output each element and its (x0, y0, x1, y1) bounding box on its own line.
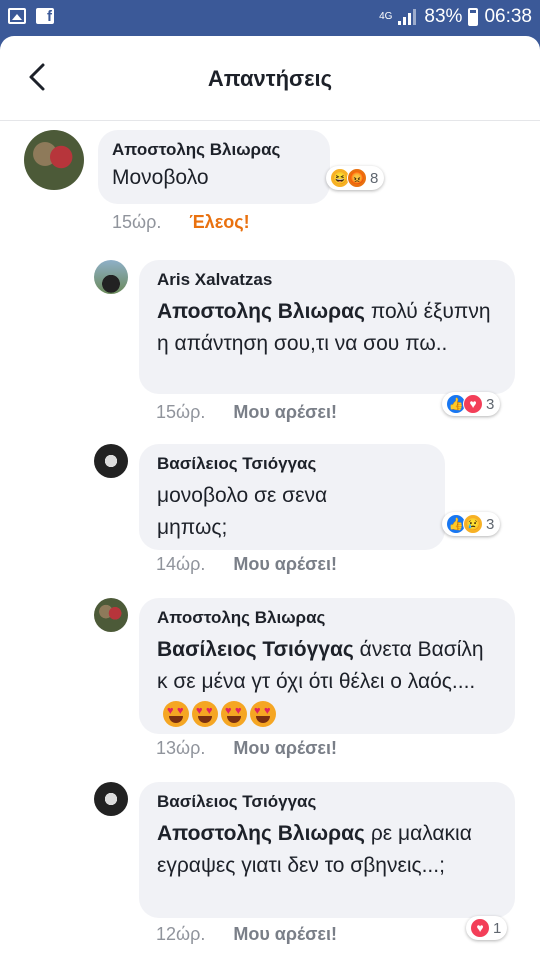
comment-author[interactable]: Βασίλειος Τσιόγγας (157, 792, 497, 812)
mention-link[interactable]: Αποστολης Βλιωρας (157, 822, 365, 845)
comment-text: Μονοβολο (112, 166, 209, 189)
comment-meta: 14ώρ. Μου αρέσει! (156, 554, 337, 575)
reaction-button[interactable]: Έλεος! (189, 212, 249, 232)
network-type: 4G (379, 11, 393, 22)
avatar[interactable] (94, 444, 128, 478)
comment-bubble[interactable]: Αποστολης Βλιωρας Βασίλειος Τσιόγγας άνε… (139, 598, 515, 734)
comment-bubble[interactable]: Βασίλειος Τσιόγγας Αποστολης Βλιωρας ρε … (139, 782, 515, 918)
like-button[interactable]: Μου αρέσει! (233, 738, 337, 758)
gallery-notification-icon (8, 8, 26, 24)
reaction-summary[interactable]: 😆 😡 8 (326, 166, 385, 190)
like-button[interactable]: Μου αρέσει! (233, 554, 337, 574)
reaction-count: 1 (493, 919, 502, 937)
love-reaction-icon: ♥ (470, 918, 490, 938)
comment-meta: 15ώρ. Μου αρέσει! (156, 402, 337, 423)
clock: 06:38 (484, 6, 532, 27)
comment-time: 14ώρ. (156, 554, 206, 574)
avatar[interactable] (94, 782, 128, 816)
heart-eyes-emoji-icon: ♥ ♥ (163, 701, 189, 728)
comment-time: 15ώρ. (156, 402, 206, 422)
sad-reaction-icon: 😢 (463, 514, 483, 534)
heart-eyes-emoji-icon: ♥ ♥ (221, 701, 247, 728)
avatar[interactable] (24, 130, 84, 190)
comment-meta: 13ώρ. Μου αρέσει! (156, 738, 337, 759)
page-title: Απαντήσεις (207, 66, 333, 91)
comment-time: 13ώρ. (156, 738, 206, 758)
like-button[interactable]: Μου αρέσει! (233, 402, 337, 422)
comment-meta: 15ώρ. Έλεος! (112, 212, 250, 233)
love-reaction-icon: ♥ (463, 394, 483, 414)
like-button[interactable]: Μου αρέσει! (233, 924, 337, 944)
reaction-summary[interactable]: 👍 😢 3 (442, 512, 501, 536)
battery-percent: 83% (424, 6, 463, 27)
comment-author[interactable]: Βασίλειος Τσιόγγας (157, 454, 427, 474)
comment-bubble[interactable]: Αποστολης Βλιωρας Μονοβολο (98, 130, 330, 204)
comment-author[interactable]: Αποστολης Βλιωρας (157, 608, 497, 628)
avatar[interactable] (94, 260, 128, 294)
reaction-summary[interactable]: 👍 ♥ 3 (442, 392, 501, 416)
comment-time: 15ώρ. (112, 212, 162, 232)
signal-icon (398, 9, 418, 25)
replies-panel: Απαντήσεις Αποστολης Βλιωρας Μονοβολο 😆 … (0, 36, 540, 960)
facebook-notification-icon: f (36, 8, 54, 24)
comment-text: μονοβολο σε σενα μηπως; (157, 484, 328, 539)
heart-eyes-emoji-icon: ♥ ♥ (192, 701, 218, 728)
reaction-count: 3 (486, 515, 495, 533)
comment-meta: 12ώρ. Μου αρέσει! (156, 924, 337, 945)
reaction-summary[interactable]: ♥ 1 (466, 916, 508, 940)
angry-reaction-icon: 😡 (347, 168, 367, 188)
comment-author[interactable]: Αποστολης Βλιωρας (112, 140, 316, 160)
comment-author[interactable]: Aris Xalvatzas (157, 270, 497, 290)
comment-bubble[interactable]: Aris Xalvatzas Αποστολης Βλιωρας πολύ έξ… (139, 260, 515, 394)
heart-eyes-emoji-icon: ♥ ♥ (250, 701, 276, 728)
battery-icon (468, 8, 479, 26)
status-bar: f 4G 83% 06:38 (0, 0, 540, 36)
mention-link[interactable]: Βασίλειος Τσιόγγας (157, 638, 354, 661)
mention-link[interactable]: Αποστολης Βλιωρας (157, 300, 365, 323)
header: Απαντήσεις (0, 36, 540, 121)
emoji-group: ♥ ♥ ♥ ♥ ♥ ♥ ♥ ♥ (163, 701, 276, 728)
comment-time: 12ώρ. (156, 924, 206, 944)
avatar[interactable] (94, 598, 128, 632)
reaction-count: 8 (370, 169, 379, 187)
reaction-count: 3 (486, 395, 495, 413)
comment-bubble[interactable]: Βασίλειος Τσιόγγας μονοβολο σε σενα μηπω… (139, 444, 445, 550)
